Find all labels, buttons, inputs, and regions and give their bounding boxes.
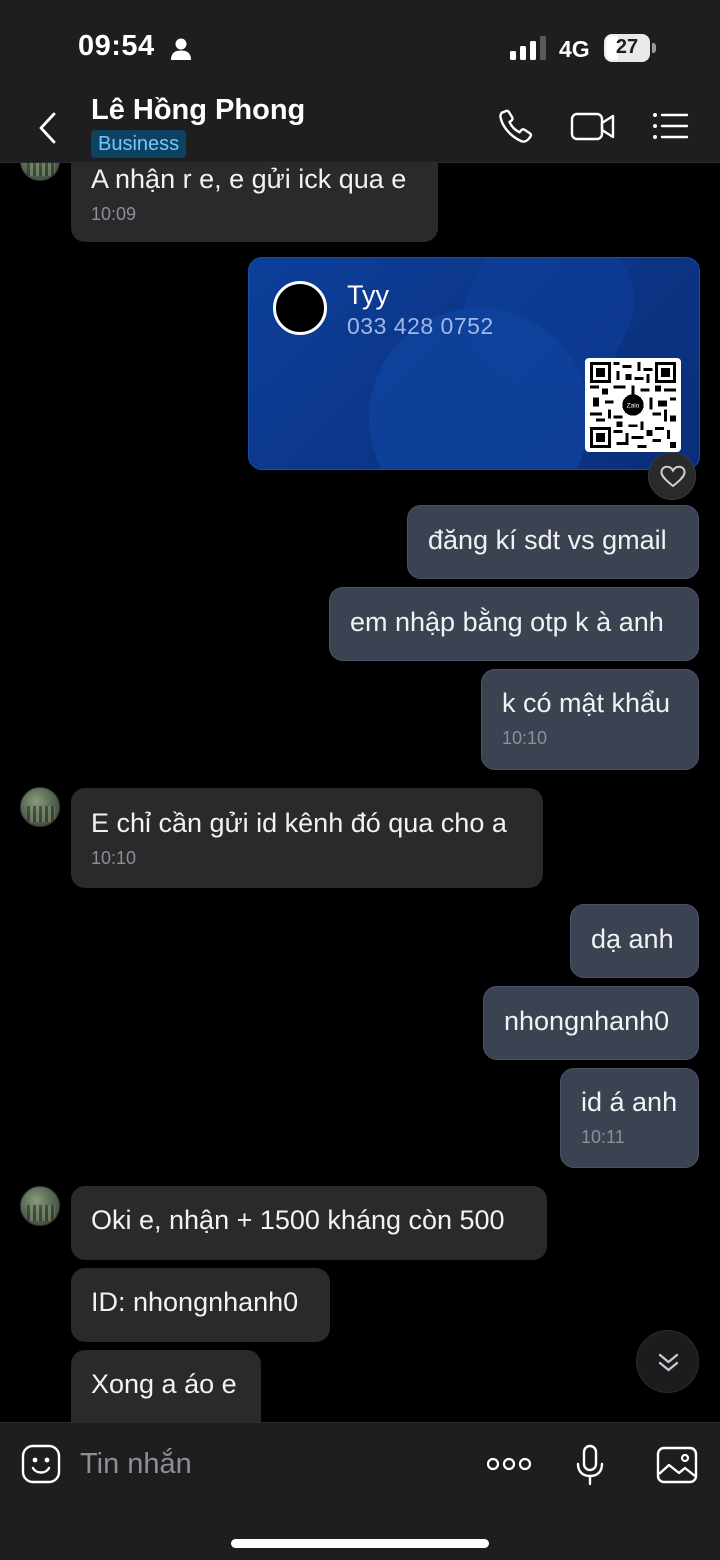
heart-reaction-button[interactable] <box>648 452 696 500</box>
card-avatar <box>273 281 327 335</box>
message-text: em nhập bằng otp k à anh <box>350 607 664 637</box>
more-options-button[interactable] <box>486 1453 532 1475</box>
message-bubble-incoming[interactable]: ID: nhongnhanh0 <box>71 1268 330 1342</box>
message-text: ID: nhongnhanh0 <box>91 1287 299 1317</box>
image-icon <box>656 1446 698 1484</box>
person-icon <box>171 38 191 60</box>
message-bubble-outgoing[interactable]: đăng kí sdt vs gmail <box>407 505 699 579</box>
message-composer <box>0 1422 720 1560</box>
contact-name[interactable]: Lê Hồng Phong <box>91 94 305 127</box>
message-time: 10:10 <box>502 728 548 748</box>
message-bubble-outgoing[interactable]: id á anh 10:11 <box>560 1068 699 1168</box>
list-menu-icon <box>653 113 689 139</box>
message-text: A nhận r e, e gửi ick qua e <box>91 164 407 194</box>
emoji-button[interactable] <box>20 1443 62 1485</box>
business-badge: Business <box>91 130 187 158</box>
message-bubble-incoming[interactable]: Xong a áo e <box>71 1350 261 1422</box>
sender-avatar[interactable] <box>20 1186 60 1226</box>
message-text: đăng kí sdt vs gmail <box>428 525 667 555</box>
network-type: 4G <box>559 36 590 62</box>
back-icon <box>39 112 56 144</box>
message-time: 10:09 <box>91 204 137 224</box>
message-text: id á anh <box>581 1087 678 1117</box>
message-bubble-outgoing[interactable]: k có mật khẩu 10:10 <box>481 669 699 770</box>
video-icon <box>570 112 615 141</box>
contact-card[interactable]: Tyy 033 428 0752 Zalo <box>248 257 700 470</box>
qr-code-icon: Zalo <box>590 362 676 448</box>
battery-tip <box>652 43 656 53</box>
signal-icon <box>510 36 546 60</box>
scroll-to-bottom-button[interactable] <box>636 1330 699 1393</box>
message-bubble-outgoing[interactable]: dạ anh <box>570 904 699 978</box>
qr-logo-text: Zalo <box>627 403 640 410</box>
sender-avatar[interactable] <box>20 787 60 827</box>
message-bubble-incoming[interactable]: Oki e, nhận + 1500 kháng còn 500 <box>71 1186 547 1260</box>
message-bubble-incoming[interactable]: E chỉ cần gửi id kênh đó qua cho a 10:10 <box>71 788 543 888</box>
photo-gallery-button[interactable] <box>655 1445 699 1485</box>
message-text: Xong a áo e <box>91 1369 237 1399</box>
message-bubble-outgoing[interactable]: nhongnhanh0 <box>483 986 699 1060</box>
emoji-icon <box>21 1444 61 1484</box>
message-list[interactable]: A nhận r e, e gửi ick qua e 10:09 Tyy 03… <box>0 0 720 1422</box>
message-text: Oki e, nhận + 1500 kháng còn 500 <box>91 1205 505 1235</box>
more-dots-icon <box>486 1457 532 1471</box>
chat-header: 09:54 4G 27 Lê Hồng Phong Business <box>0 0 720 163</box>
message-bubble-outgoing[interactable]: em nhập bằng otp k à anh <box>329 587 699 661</box>
voice-message-button[interactable] <box>574 1443 606 1487</box>
phone-icon <box>499 109 533 143</box>
qr-code: Zalo <box>585 358 681 452</box>
video-call-button[interactable] <box>568 104 618 148</box>
card-phone-number: 033 428 0752 <box>347 313 494 339</box>
message-time: 10:11 <box>581 1127 625 1147</box>
message-text: nhongnhanh0 <box>504 1006 670 1036</box>
chevron-down-double-icon <box>658 1353 679 1372</box>
home-indicator[interactable] <box>231 1539 489 1548</box>
heart-icon <box>660 465 686 488</box>
message-text: dạ anh <box>591 924 674 954</box>
card-contact-name: Tyy <box>347 280 390 310</box>
message-text: k có mật khẩu <box>502 688 671 718</box>
message-bubble-incoming[interactable]: A nhận r e, e gửi ick qua e 10:09 <box>71 150 438 242</box>
microphone-icon <box>576 1444 604 1486</box>
battery-indicator: 27 <box>604 34 656 62</box>
message-text: E chỉ cần gửi id kênh đó qua cho a <box>91 808 507 838</box>
voice-call-button[interactable] <box>494 104 538 148</box>
back-button[interactable] <box>28 106 68 150</box>
message-time: 10:10 <box>91 848 137 868</box>
message-input[interactable] <box>80 1441 460 1487</box>
battery-level: 27 <box>615 36 639 58</box>
conversation-menu-button[interactable] <box>648 104 692 148</box>
status-time: 09:54 <box>78 30 155 62</box>
